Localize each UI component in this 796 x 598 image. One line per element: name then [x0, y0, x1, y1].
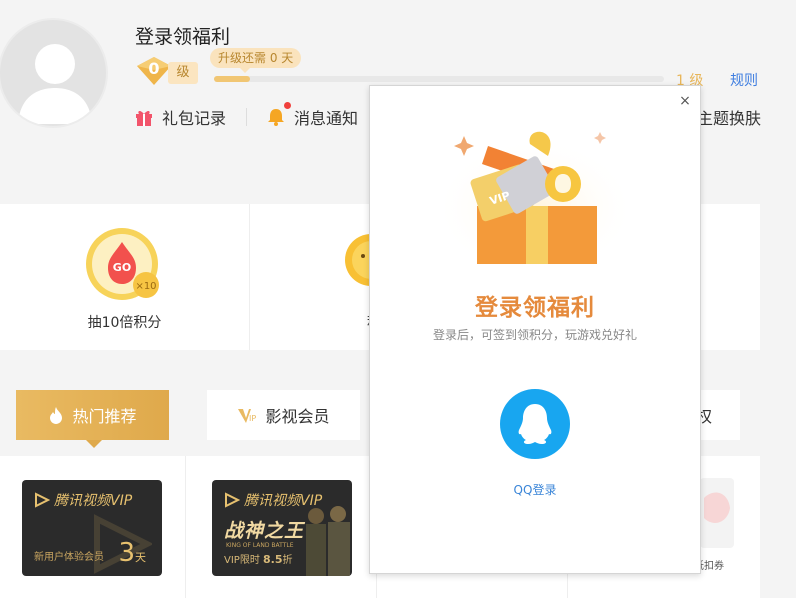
svg-text:IP: IP: [249, 414, 256, 423]
upgrade-tip: 升级还需 0 天: [210, 48, 302, 73]
level-progress: [214, 76, 664, 82]
modal-title: 登录领福利: [475, 295, 595, 321]
gift-icon: [136, 110, 152, 126]
user-title: 登录领福利: [135, 26, 231, 48]
task-lottery[interactable]: GO ×10 抽10倍积分: [0, 204, 250, 350]
tab-video-vip[interactable]: IP 影视会员: [207, 390, 360, 440]
vip-trial-card[interactable]: 腾讯视频VIP 新用户体验会员 3天: [22, 480, 162, 576]
game-subtitle-en: KING OF LAND BATTLE: [226, 542, 294, 549]
card-slot: 腾讯视频VIP 战神之王 KING OF LAND BATTLE VIP限时 8…: [187, 456, 377, 598]
vip-brand: 腾讯视频VIP: [34, 490, 132, 510]
level-number: 0: [148, 59, 160, 78]
coupon-product-image: [700, 478, 734, 548]
notifications-button[interactable]: 消息通知: [266, 104, 358, 130]
level-suffix: 级: [168, 62, 198, 84]
notifications-label: 消息通知: [294, 109, 359, 128]
qq-login-label[interactable]: QQ登录: [370, 481, 700, 498]
qq-login-button[interactable]: [500, 389, 570, 459]
vip-trial-subtitle: 新用户体验会员: [34, 552, 104, 563]
notification-dot: [284, 102, 291, 109]
qq-penguin-icon: [518, 404, 552, 444]
task-lottery-label: 抽10倍积分: [87, 315, 162, 331]
close-button[interactable]: ×: [678, 94, 692, 108]
vip-limit-text: VIP限时 8.5折: [224, 553, 293, 566]
action-divider: [246, 108, 247, 126]
soldiers-image: [306, 506, 350, 576]
level-progress-fill: [214, 76, 250, 82]
theme-button[interactable]: 主题换肤: [697, 105, 761, 129]
rules-link[interactable]: 规则: [730, 70, 758, 90]
tab-hot-label: 热门推荐: [72, 407, 137, 426]
game-title-art: 战神之王: [224, 520, 305, 542]
tab-video-label: 影视会员: [265, 407, 330, 426]
avatar-placeholder-icon: [18, 44, 92, 124]
gift-records-label: 礼包记录: [162, 109, 227, 128]
modal-subtitle: 登录后，可签到领积分，玩游戏兑好礼: [432, 328, 637, 342]
tab-hot[interactable]: 热门推荐: [16, 390, 169, 448]
gift-records-button[interactable]: 礼包记录: [134, 104, 226, 130]
flame-icon: [50, 407, 63, 424]
vip-trial-days: 3天: [118, 538, 146, 568]
tencent-video-logo-icon: [225, 492, 240, 508]
wheel-go-text: GO: [113, 261, 131, 274]
bell-icon: [268, 109, 284, 126]
lottery-wheel-icon: GO ×10: [86, 228, 159, 300]
wheel-multiplier-text: ×10: [135, 281, 156, 292]
vip-game-card[interactable]: 腾讯视频VIP 战神之王 KING OF LAND BATTLE VIP限时 8…: [212, 480, 352, 576]
vip-icon: IP: [238, 409, 257, 423]
gift-box-illustration: VIP: [435, 131, 635, 271]
avatar[interactable]: [0, 18, 108, 128]
tencent-video-logo-icon: [35, 492, 50, 508]
login-modal: × VIP 登录领福利 登录后，可签到领积分，玩游戏兑好礼 QQ登录: [369, 85, 701, 574]
card-slot: 腾讯视频VIP 新用户体验会员 3天: [0, 456, 186, 598]
